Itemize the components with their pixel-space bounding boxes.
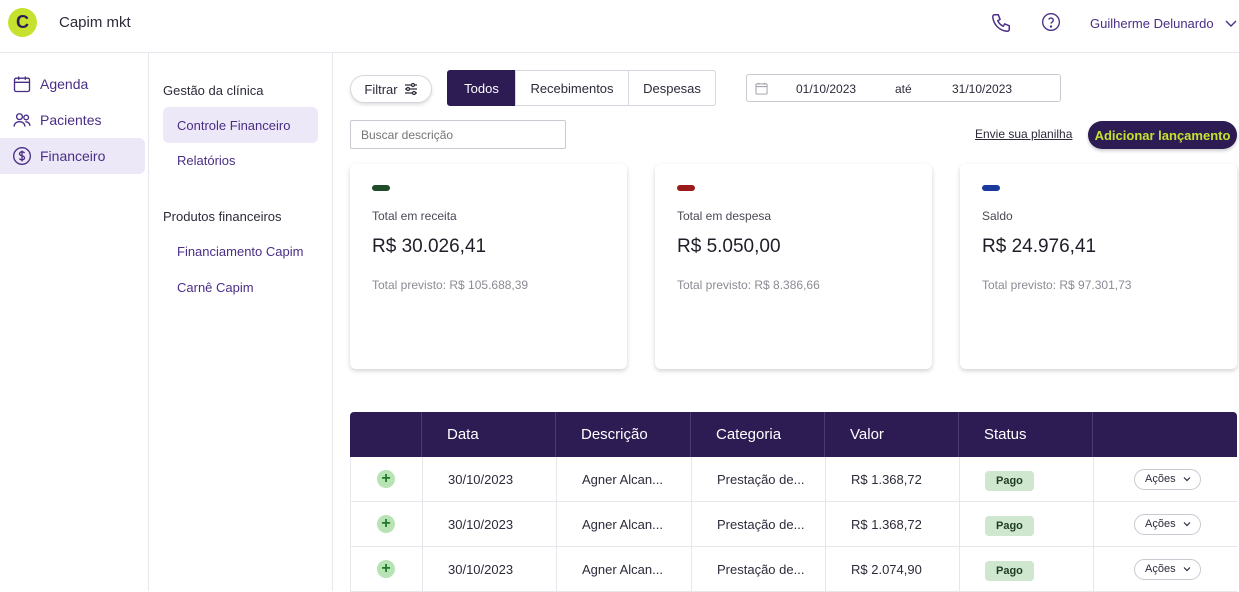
cell-value: R$ 1.368,72 <box>825 502 959 547</box>
table-row: + 30/10/2023 Agner Alcan... Prestação de… <box>350 457 1237 502</box>
cell-actions: Ações <box>1093 547 1238 592</box>
calendar-icon <box>755 82 768 95</box>
cell-status: Pago <box>959 457 1093 502</box>
cell-actions: Ações <box>1093 502 1238 547</box>
subnav-group-title: Produtos financeiros <box>163 209 282 224</box>
date-from: 01/10/2023 <box>796 82 857 96</box>
sidebar-item-label: Agenda <box>40 76 89 92</box>
chevron-down-icon <box>1183 477 1191 482</box>
cell-date: 30/10/2023 <box>422 547 556 592</box>
sliders-icon <box>404 83 417 95</box>
help-icon[interactable] <box>1041 12 1061 32</box>
phone-icon[interactable] <box>990 12 1012 34</box>
date-separator: até <box>895 82 912 96</box>
search-input[interactable] <box>350 120 566 149</box>
calendar-icon <box>13 76 31 93</box>
card-value: R$ 30.026,41 <box>372 236 487 257</box>
sidebar-item-agenda[interactable]: Agenda <box>0 66 145 102</box>
table-header: Data Descrição Categoria Valor Status <box>350 412 1237 457</box>
status-badge: Pago <box>985 471 1034 491</box>
cell-status: Pago <box>959 547 1093 592</box>
cell-category: Prestação de... <box>691 457 825 502</box>
column-header-descricao[interactable]: Descrição <box>555 412 690 457</box>
actions-dropdown[interactable]: Ações <box>1134 514 1201 535</box>
card-value: R$ 5.050,00 <box>677 236 781 257</box>
expand-plus-icon[interactable]: + <box>377 515 395 533</box>
status-badge: Pago <box>985 516 1034 536</box>
column-header-valor[interactable]: Valor <box>824 412 958 457</box>
chevron-down-icon <box>1183 567 1191 572</box>
cell-description: Agner Alcan... <box>556 547 691 592</box>
filter-label: Filtrar <box>364 81 398 97</box>
actions-dropdown[interactable]: Ações <box>1134 469 1201 490</box>
card-forecast: Total previsto: R$ 97.301,73 <box>982 278 1132 292</box>
summary-card-despesa: Total em despesa R$ 5.050,00 Total previ… <box>655 164 932 369</box>
cell-description: Agner Alcan... <box>556 502 691 547</box>
subnav-item-controle-financeiro[interactable]: Controle Financeiro <box>163 107 318 143</box>
expand-plus-icon[interactable]: + <box>377 560 395 578</box>
logo[interactable]: C <box>8 8 37 37</box>
filter-button[interactable]: Filtrar <box>350 75 432 103</box>
user-menu[interactable]: Guilherme Delunardo <box>1090 16 1214 31</box>
column-header-categoria[interactable]: Categoria <box>690 412 824 457</box>
card-value: R$ 24.976,41 <box>982 236 1097 257</box>
top-bar: C Capim mkt Guilherme Delunardo <box>0 0 1239 53</box>
cell-status: Pago <box>959 502 1093 547</box>
chevron-down-icon[interactable] <box>1224 17 1238 29</box>
sidebar-item-financeiro[interactable]: Financeiro <box>0 138 145 174</box>
dollar-circle-icon <box>13 147 31 165</box>
date-to: 31/10/2023 <box>952 82 1013 96</box>
card-label: Saldo <box>982 209 1013 223</box>
cell-category: Prestação de... <box>691 547 825 592</box>
color-indicator <box>677 185 695 191</box>
add-entry-button[interactable]: Adicionar lançamento <box>1088 121 1237 149</box>
tab-recebimentos[interactable]: Recebimentos <box>515 70 629 106</box>
actions-label: Ações <box>1145 518 1176 530</box>
tab-despesas[interactable]: Despesas <box>628 70 716 106</box>
cell-date: 30/10/2023 <box>422 502 556 547</box>
summary-card-receita: Total em receita R$ 30.026,41 Total prev… <box>350 164 627 369</box>
actions-label: Ações <box>1145 563 1176 575</box>
cell-category: Prestação de... <box>691 502 825 547</box>
cell-date: 30/10/2023 <box>422 457 556 502</box>
subnav-item-relatorios[interactable]: Relatórios <box>163 142 318 178</box>
chevron-down-icon <box>1183 522 1191 527</box>
date-range-picker[interactable]: 01/10/2023 até 31/10/2023 <box>746 74 1061 102</box>
tab-todos[interactable]: Todos <box>447 70 516 106</box>
summary-card-saldo: Saldo R$ 24.976,41 Total previsto: R$ 97… <box>960 164 1237 369</box>
sidebar-item-label: Financeiro <box>40 148 106 164</box>
sub-navigation: Gestão da clínica Controle Financeiro Re… <box>149 53 333 591</box>
color-indicator <box>982 185 1000 191</box>
subnav-group-title: Gestão da clínica <box>163 83 264 98</box>
actions-label: Ações <box>1145 473 1176 485</box>
card-label: Total em despesa <box>677 209 772 223</box>
upload-spreadsheet-link[interactable]: Envie sua planilha <box>975 127 1072 141</box>
app-name: Capim mkt <box>59 14 131 31</box>
cell-description: Agner Alcan... <box>556 457 691 502</box>
card-label: Total em receita <box>372 209 457 223</box>
column-header-status[interactable]: Status <box>958 412 1092 457</box>
subnav-item-financiamento-capim[interactable]: Financiamento Capim <box>163 233 318 269</box>
color-indicator <box>372 185 390 191</box>
cell-actions: Ações <box>1093 457 1238 502</box>
cell-value: R$ 2.074,90 <box>825 547 959 592</box>
subnav-item-carne-capim[interactable]: Carnê Capim <box>163 269 318 305</box>
table-row: + 30/10/2023 Agner Alcan... Prestação de… <box>350 547 1237 592</box>
expand-plus-icon[interactable]: + <box>377 470 395 488</box>
cell-value: R$ 1.368,72 <box>825 457 959 502</box>
card-forecast: Total previsto: R$ 8.386,66 <box>677 278 820 292</box>
table-row: + 30/10/2023 Agner Alcan... Prestação de… <box>350 502 1237 547</box>
column-header-data[interactable]: Data <box>421 412 555 457</box>
card-forecast: Total previsto: R$ 105.688,39 <box>372 278 529 292</box>
users-icon <box>13 113 31 127</box>
status-badge: Pago <box>985 561 1034 581</box>
actions-dropdown[interactable]: Ações <box>1134 559 1201 580</box>
sidebar-item-label: Pacientes <box>40 112 102 128</box>
column-header-actions <box>1092 412 1237 457</box>
sidebar-item-pacientes[interactable]: Pacientes <box>0 102 145 138</box>
sidebar: Agenda Pacientes Financeiro <box>0 53 149 591</box>
